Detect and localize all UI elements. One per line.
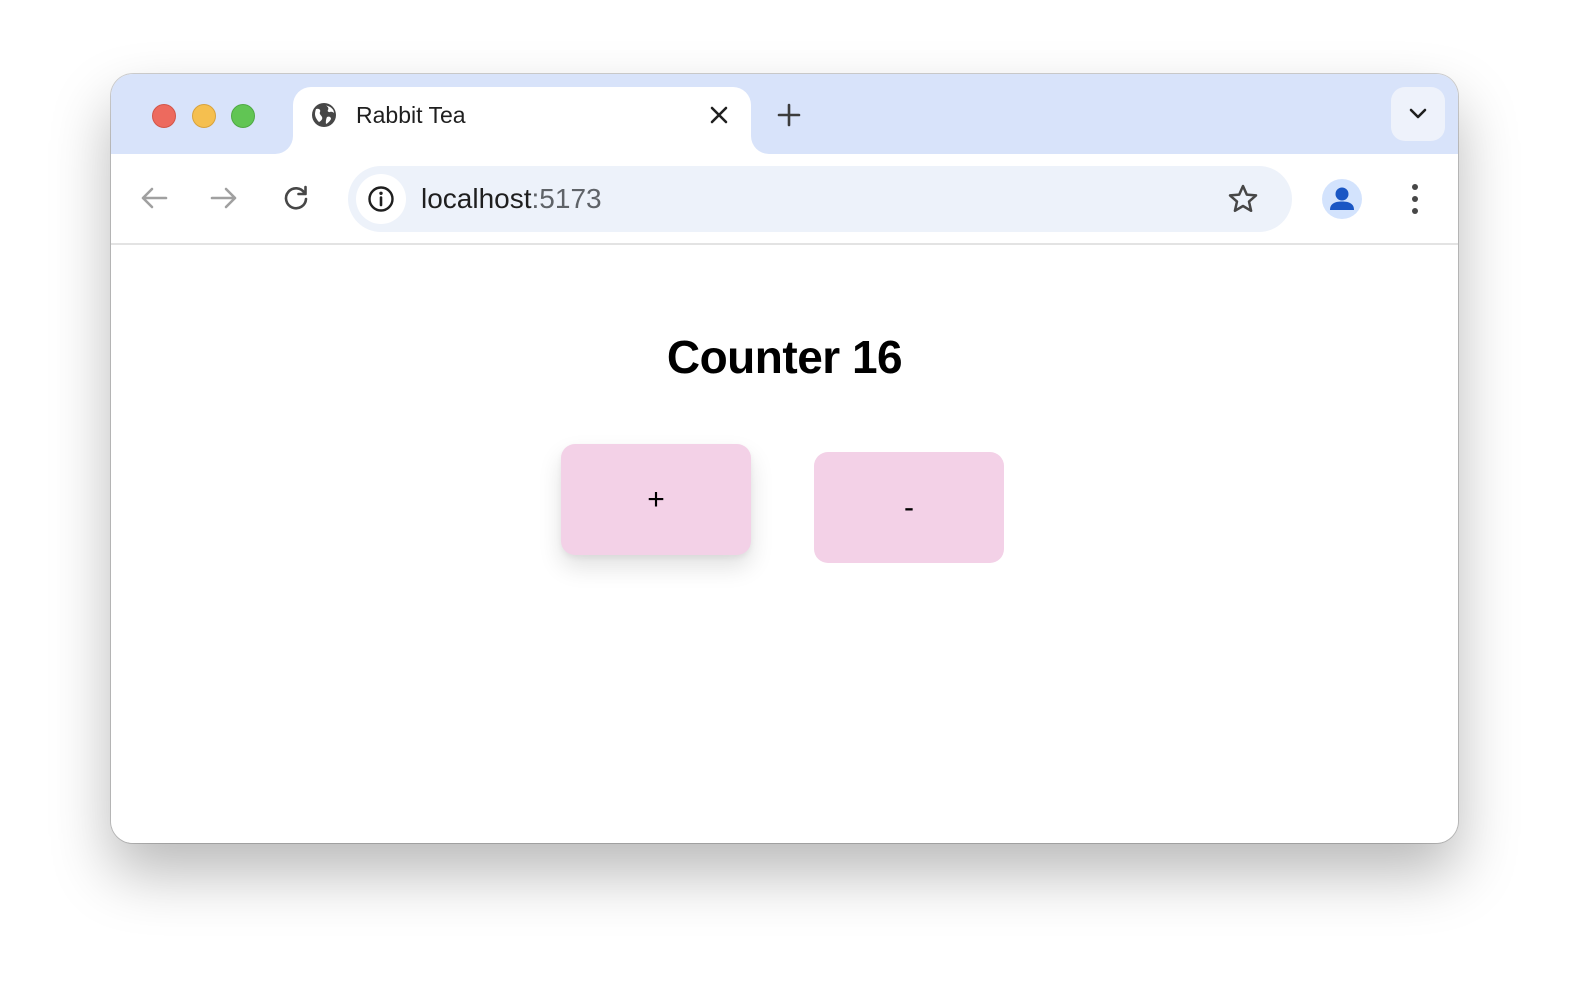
profile-button[interactable] bbox=[1322, 179, 1362, 219]
reload-button[interactable] bbox=[280, 182, 312, 214]
tab-search-button[interactable] bbox=[1391, 87, 1445, 141]
minimize-window-button[interactable] bbox=[192, 104, 216, 128]
tab-title: Rabbit Tea bbox=[356, 102, 466, 128]
tab-strip: Rabbit Tea bbox=[111, 74, 1458, 154]
counter-heading: Counter 16 bbox=[666, 331, 903, 383]
bookmark-button[interactable] bbox=[1226, 182, 1260, 216]
back-button[interactable] bbox=[138, 182, 170, 214]
arrow-left-icon bbox=[141, 187, 168, 209]
decrement-button[interactable]: - bbox=[814, 452, 1004, 563]
chevron-down-icon bbox=[1409, 108, 1427, 119]
toolbar: localhost:5173 bbox=[111, 154, 1458, 245]
increment-button[interactable]: + bbox=[561, 444, 751, 555]
close-icon[interactable] bbox=[705, 101, 733, 129]
new-tab-button[interactable] bbox=[774, 100, 804, 130]
page-content: Counter 16 + - bbox=[111, 245, 1458, 843]
info-icon bbox=[368, 186, 394, 212]
url-port: :5173 bbox=[531, 183, 602, 214]
address-bar[interactable]: localhost:5173 bbox=[348, 166, 1292, 232]
reload-icon bbox=[284, 185, 308, 210]
arrow-right-icon bbox=[210, 187, 237, 209]
browser-menu-button[interactable] bbox=[1399, 182, 1431, 216]
maximize-window-button[interactable] bbox=[231, 104, 255, 128]
star-icon bbox=[1228, 184, 1258, 213]
plus-icon bbox=[777, 103, 801, 127]
close-window-button[interactable] bbox=[152, 104, 176, 128]
globe-icon bbox=[310, 101, 338, 129]
tab-rabbit-tea[interactable]: Rabbit Tea bbox=[293, 87, 751, 154]
forward-button[interactable] bbox=[208, 182, 240, 214]
site-info-button[interactable] bbox=[356, 174, 406, 224]
browser-window: Rabbit Tea localhost:5173 Counter 16 + - bbox=[111, 74, 1458, 843]
url-host: localhost bbox=[421, 183, 532, 214]
url-text[interactable]: localhost:5173 bbox=[421, 183, 602, 215]
person-icon bbox=[1330, 187, 1354, 210]
kebab-menu-icon bbox=[1412, 184, 1418, 214]
